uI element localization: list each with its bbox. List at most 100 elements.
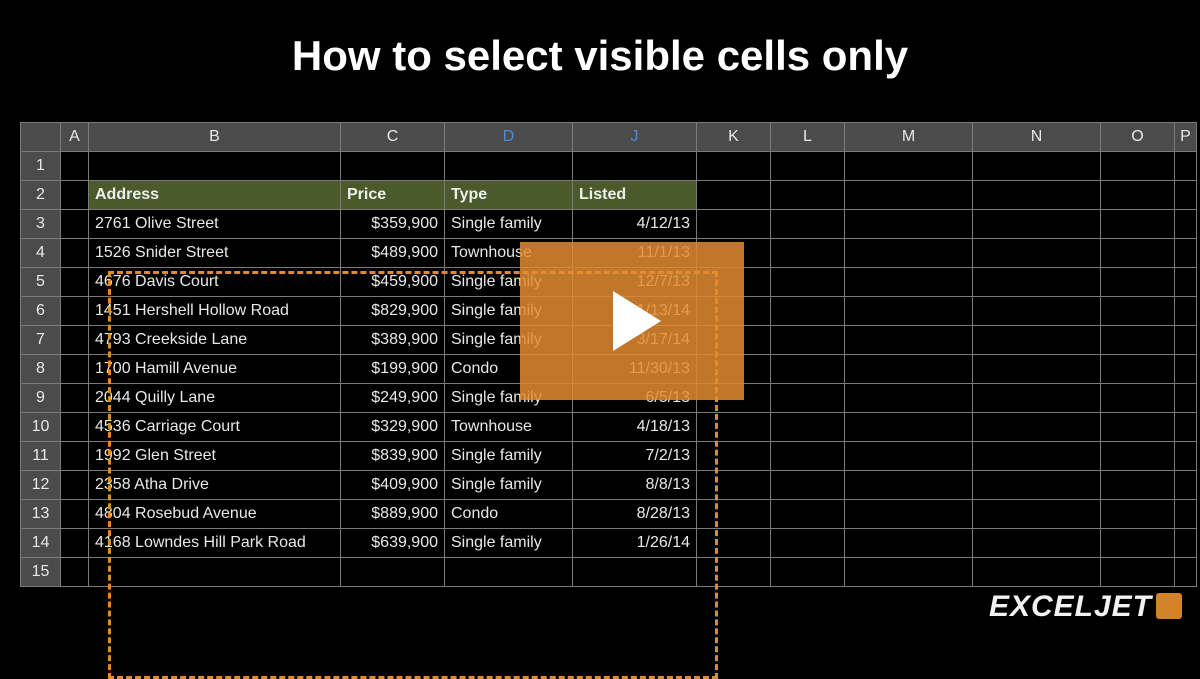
cell-M3[interactable] (845, 210, 973, 239)
cell-D1[interactable] (445, 152, 573, 181)
cell-A10[interactable] (61, 413, 89, 442)
cell-B3[interactable]: 2761 Olive Street (89, 210, 341, 239)
cell-L13[interactable] (771, 500, 845, 529)
cell-N8[interactable] (973, 355, 1101, 384)
cell-B6[interactable]: 1451 Hershell Hollow Road (89, 297, 341, 326)
cell-J10[interactable]: 4/18/13 (573, 413, 697, 442)
cell-C8[interactable]: $199,900 (341, 355, 445, 384)
cell-L3[interactable] (771, 210, 845, 239)
cell-K13[interactable] (697, 500, 771, 529)
cell-M1[interactable] (845, 152, 973, 181)
cell-D10[interactable]: Townhouse (445, 413, 573, 442)
cell-K10[interactable] (697, 413, 771, 442)
cell-O15[interactable] (1101, 558, 1175, 587)
select-all-corner[interactable] (21, 123, 61, 152)
column-header-M[interactable]: M (845, 123, 973, 152)
column-header-L[interactable]: L (771, 123, 845, 152)
cell-M12[interactable] (845, 471, 973, 500)
cell-D3[interactable]: Single family (445, 210, 573, 239)
row-header-9[interactable]: 9 (21, 384, 61, 413)
cell-A15[interactable] (61, 558, 89, 587)
cell-P11[interactable] (1175, 442, 1197, 471)
cell-K12[interactable] (697, 471, 771, 500)
cell-A1[interactable] (61, 152, 89, 181)
cell-M13[interactable] (845, 500, 973, 529)
cell-L8[interactable] (771, 355, 845, 384)
cell-J11[interactable]: 7/2/13 (573, 442, 697, 471)
row-header-5[interactable]: 5 (21, 268, 61, 297)
cell-C14[interactable]: $639,900 (341, 529, 445, 558)
cell-P9[interactable] (1175, 384, 1197, 413)
cell-N10[interactable] (973, 413, 1101, 442)
cell-O3[interactable] (1101, 210, 1175, 239)
cell-B8[interactable]: 1700 Hamill Avenue (89, 355, 341, 384)
cell-D13[interactable]: Condo (445, 500, 573, 529)
cell-N1[interactable] (973, 152, 1101, 181)
cell-A9[interactable] (61, 384, 89, 413)
cell-M9[interactable] (845, 384, 973, 413)
play-button[interactable] (520, 242, 744, 400)
cell-L6[interactable] (771, 297, 845, 326)
cell-K11[interactable] (697, 442, 771, 471)
cell-M8[interactable] (845, 355, 973, 384)
cell-P8[interactable] (1175, 355, 1197, 384)
cell-P15[interactable] (1175, 558, 1197, 587)
column-header-D[interactable]: D (445, 123, 573, 152)
cell-L15[interactable] (771, 558, 845, 587)
row-header-10[interactable]: 10 (21, 413, 61, 442)
cell-C5[interactable]: $459,900 (341, 268, 445, 297)
cell-P14[interactable] (1175, 529, 1197, 558)
cell-C6[interactable]: $829,900 (341, 297, 445, 326)
cell-O1[interactable] (1101, 152, 1175, 181)
cell-C2[interactable]: Price (341, 181, 445, 210)
cell-L9[interactable] (771, 384, 845, 413)
cell-P13[interactable] (1175, 500, 1197, 529)
cell-B4[interactable]: 1526 Snider Street (89, 239, 341, 268)
cell-B2[interactable]: Address (89, 181, 341, 210)
cell-K3[interactable] (697, 210, 771, 239)
cell-B10[interactable]: 4536 Carriage Court (89, 413, 341, 442)
cell-J2[interactable]: Listed (573, 181, 697, 210)
row-header-7[interactable]: 7 (21, 326, 61, 355)
cell-O10[interactable] (1101, 413, 1175, 442)
cell-M4[interactable] (845, 239, 973, 268)
column-header-K[interactable]: K (697, 123, 771, 152)
row-header-8[interactable]: 8 (21, 355, 61, 384)
cell-O13[interactable] (1101, 500, 1175, 529)
cell-K1[interactable] (697, 152, 771, 181)
column-header-J[interactable]: J (573, 123, 697, 152)
cell-M5[interactable] (845, 268, 973, 297)
cell-N5[interactable] (973, 268, 1101, 297)
cell-B9[interactable]: 2044 Quilly Lane (89, 384, 341, 413)
cell-O8[interactable] (1101, 355, 1175, 384)
cell-K14[interactable] (697, 529, 771, 558)
cell-N9[interactable] (973, 384, 1101, 413)
cell-J14[interactable]: 1/26/14 (573, 529, 697, 558)
cell-A2[interactable] (61, 181, 89, 210)
cell-J3[interactable]: 4/12/13 (573, 210, 697, 239)
column-header-A[interactable]: A (61, 123, 89, 152)
cell-B5[interactable]: 4676 Davis Court (89, 268, 341, 297)
cell-C11[interactable]: $839,900 (341, 442, 445, 471)
cell-M7[interactable] (845, 326, 973, 355)
cell-A8[interactable] (61, 355, 89, 384)
cell-L10[interactable] (771, 413, 845, 442)
cell-O14[interactable] (1101, 529, 1175, 558)
cell-N13[interactable] (973, 500, 1101, 529)
cell-M2[interactable] (845, 181, 973, 210)
cell-L11[interactable] (771, 442, 845, 471)
cell-D14[interactable]: Single family (445, 529, 573, 558)
cell-O9[interactable] (1101, 384, 1175, 413)
cell-J12[interactable]: 8/8/13 (573, 471, 697, 500)
cell-P7[interactable] (1175, 326, 1197, 355)
row-header-11[interactable]: 11 (21, 442, 61, 471)
cell-C1[interactable] (341, 152, 445, 181)
cell-O12[interactable] (1101, 471, 1175, 500)
cell-N2[interactable] (973, 181, 1101, 210)
cell-D11[interactable]: Single family (445, 442, 573, 471)
row-header-13[interactable]: 13 (21, 500, 61, 529)
cell-L1[interactable] (771, 152, 845, 181)
cell-P2[interactable] (1175, 181, 1197, 210)
cell-B12[interactable]: 2358 Atha Drive (89, 471, 341, 500)
column-header-N[interactable]: N (973, 123, 1101, 152)
